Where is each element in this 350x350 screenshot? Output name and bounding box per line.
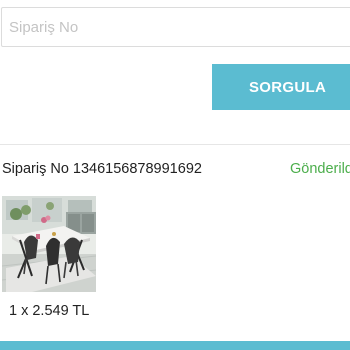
query-button[interactable]: SORGULA xyxy=(212,64,350,110)
order-tracking-page: SORGULA Sipariş No 1346156878991692 Gönd… xyxy=(0,0,350,350)
order-number-input[interactable] xyxy=(1,7,350,47)
item-quantity-price: 1 x 2.549 TL xyxy=(9,303,90,319)
order-status-badge: Gönderildi xyxy=(290,161,350,177)
divider xyxy=(0,144,350,145)
order-number-label: Sipariş No 1346156878991692 xyxy=(2,161,202,177)
product-thumbnail[interactable] xyxy=(2,196,96,292)
bottom-accent-bar xyxy=(0,341,350,350)
